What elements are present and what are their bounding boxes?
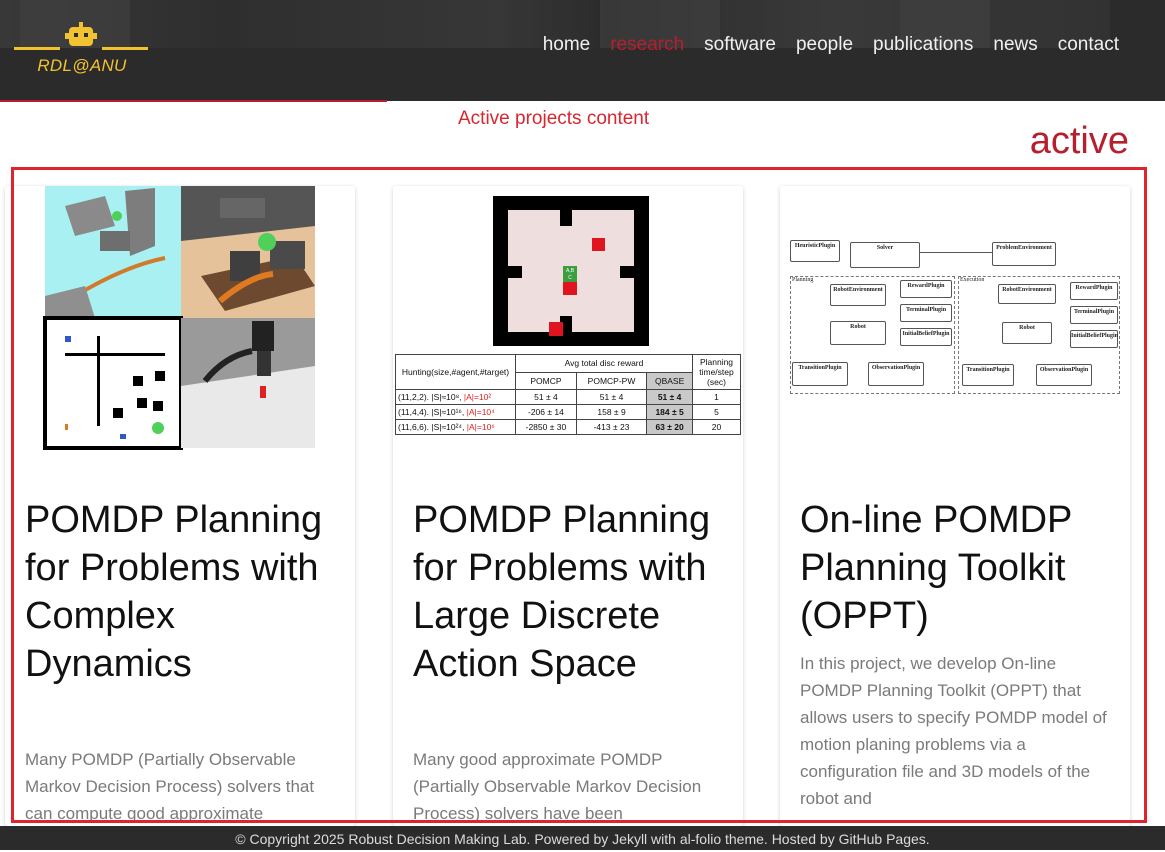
project-description: Many good approximate POMDP (Partially O… [413,750,702,823]
project-description: In this project, we develop On-line POMD… [800,654,1107,808]
architecture-diagram: HeuristicPlugin Solver ProblemEnvironmen… [780,186,1130,454]
table-subheader-pomcp-pw: POMCP-PW [575,371,648,390]
table-cell: 1 [692,389,741,405]
nav-research[interactable]: research [610,34,684,56]
footer-link-alfolio[interactable]: al-folio [680,831,721,847]
diagram-box: ObservationPlugin [1036,364,1092,386]
table-cell-config: (11,6,6). |S|≈10²⁴, [398,422,467,432]
diagram-box: RewardPlugin [1070,282,1118,300]
nav-people[interactable]: people [796,34,853,56]
table-cell: 158 ± 9 [575,404,648,420]
table-cell: 5 [692,404,741,420]
nav-news[interactable]: news [993,34,1037,56]
table-cell: 51 ± 4 [575,389,648,405]
diagram-box: InitialBeliefPlugin [900,328,952,346]
diagram-box: ObservationPlugin [868,362,924,386]
diagram-box: Robot [830,321,886,345]
project-card-oppt[interactable]: HeuristicPlugin Solver ProblemEnvironmen… [780,186,1130,826]
nav-software[interactable]: software [704,34,776,56]
diagram-box: HeuristicPlugin [790,240,840,262]
table-header-time: Planning time/step (sec) [692,354,741,390]
diagram-box: Robot [1002,322,1052,344]
logo-line-left [14,47,60,50]
project-description: Many POMDP (Partially Observable Markov … [25,750,315,823]
diagram-box: RobotEnvironment [998,284,1056,304]
site-header: RDL@ANU home research software people pu… [0,0,1165,101]
table-cell-action: |A|=10⁶ [466,422,495,432]
table-subheader-qbase: QBASE [646,371,693,390]
svg-text:C: C [568,275,572,281]
table-header-reward: Avg total disc reward [515,354,693,373]
footer-text: . [925,831,930,847]
diagram-box: Solver [850,242,920,268]
table-row: (11,6,6). |S|≈10²⁴, |A|=10⁶ -2850 ± 30 -… [395,419,741,435]
robot-icon [65,22,97,46]
diagram-box: ProblemEnvironment [992,242,1056,266]
project-thumbnail: HeuristicPlugin Solver ProblemEnvironmen… [780,186,1130,454]
footer-link-jekyll[interactable]: Jekyll [612,831,647,847]
project-thumbnail: A,B C Hunting(size,#agent,#target) Avg t… [393,186,743,454]
diagram-box: TerminalPlugin [1070,306,1118,324]
project-thumbnail [5,186,355,454]
table-cell: -2850 ± 30 [515,419,577,435]
project-title[interactable]: POMDP Planning for Problems with Large D… [413,496,728,688]
table-cell: -413 ± 23 [575,419,648,435]
footer-copyright: © Copyright 2025 Robust Decision Making … [235,831,613,847]
diagram-box: TransitionPlugin [792,362,848,386]
diagram-box: RewardPlugin [900,280,952,298]
table-cell: 20 [692,419,741,435]
nav-publications[interactable]: publications [873,34,973,56]
nav-home[interactable]: home [543,34,591,56]
table-cell-action: |A|=10⁴ [466,407,495,417]
project-card-complex-dynamics[interactable]: POMDP Planning for Problems with Complex… [5,186,355,826]
diagram-box: TransitionPlugin [962,364,1014,386]
annotation-label: Active projects content [458,108,650,129]
main-nav: home research software people publicatio… [543,34,1119,56]
diagram-box: RobotEnvironment [830,284,886,306]
simulation-collage-image [43,186,315,450]
table-subheader-pomcp: POMCP [515,371,577,390]
brand-name: RDL@ANU [37,56,127,75]
footer-link-github-pages[interactable]: GitHub Pages [839,831,926,847]
table-cell-action: |A|=10² [463,392,492,402]
grid-world-image: A,B C [493,196,649,346]
header-accent-line [0,100,387,102]
diagram-box: InitialBeliefPlugin [1070,330,1118,348]
footer-text: theme. Hosted by [721,831,839,847]
table-cell: 51 ± 4 [515,389,577,405]
svg-text:A,B: A,B [566,268,575,274]
footer-text: with [647,831,680,847]
site-footer: © Copyright 2025 Robust Decision Making … [0,826,1165,850]
table-cell: 51 ± 4 [646,389,693,405]
table-row: (11,4,4). |S|≈10¹⁶, |A|=10⁴ -206 ± 14 15… [395,404,741,420]
table-header-config: Hunting(size,#agent,#target) [395,354,516,390]
table-cell: 184 ± 5 [646,404,693,420]
table-cell-config: (11,4,4). |S|≈10¹⁶, [398,407,467,417]
logo-line-right [102,47,148,50]
section-title: active [1029,120,1129,162]
table-cell-config: (11,2,2). |S|≈10⁸, [398,392,464,402]
execution-label: Execution [960,277,985,283]
project-title[interactable]: POMDP Planning for Problems with Complex… [25,496,340,688]
table-cell: -206 ± 14 [515,404,577,420]
diagram-box: TerminalPlugin [900,304,952,322]
project-card-large-action-space[interactable]: A,B C Hunting(size,#agent,#target) Avg t… [393,186,743,826]
site-logo[interactable]: RDL@ANU [12,18,152,80]
table-row: (11,2,2). |S|≈10⁸, |A|=10² 51 ± 4 51 ± 4… [395,389,741,405]
nav-contact[interactable]: contact [1058,34,1119,56]
results-table: Hunting(size,#agent,#target) Avg total d… [395,354,741,435]
project-title[interactable]: On-line POMDP Planning Toolkit (OPPT) [800,496,1115,640]
table-cell: 63 ± 20 [646,419,693,435]
planning-label: Planning [792,277,814,283]
